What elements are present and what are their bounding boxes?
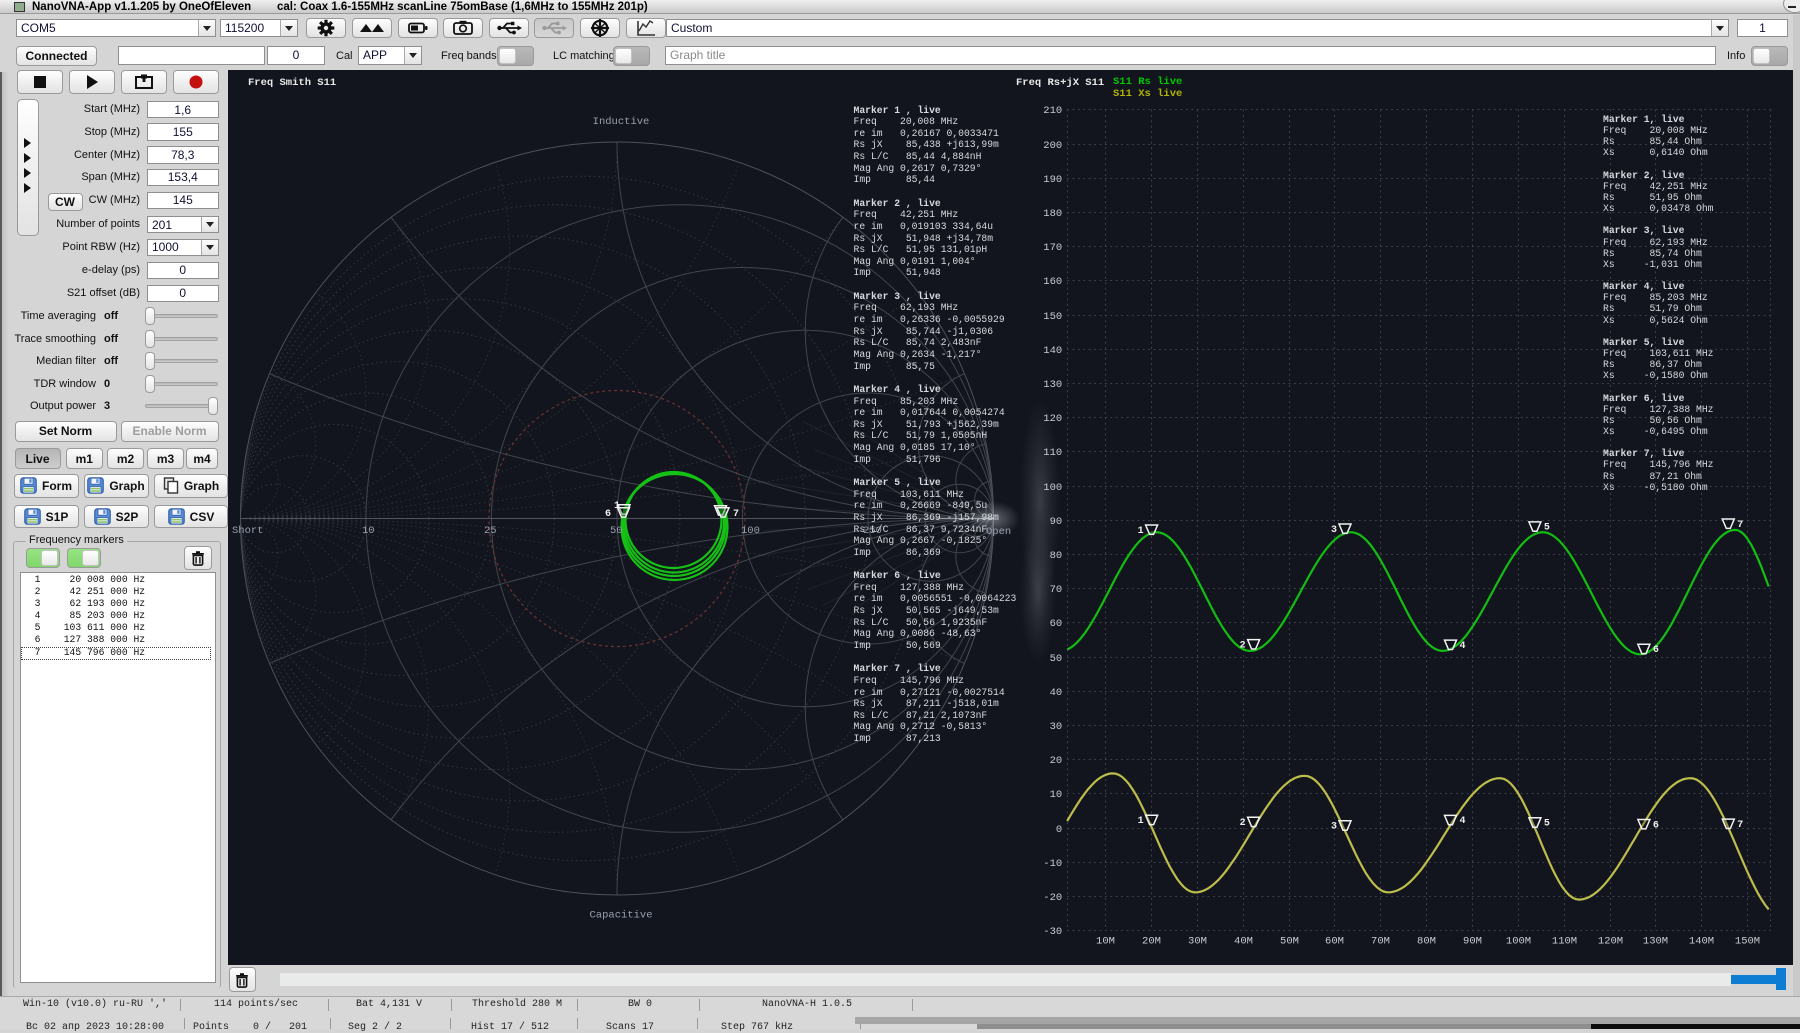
- svg-text:120: 120: [1043, 413, 1062, 425]
- svg-text:Freq Rs+jX S11: Freq Rs+jX S11: [1016, 77, 1104, 89]
- svg-text:20M: 20M: [1142, 936, 1161, 948]
- svg-text:40: 40: [1050, 687, 1063, 699]
- svg-text:100M: 100M: [1506, 936, 1531, 948]
- svg-text:-30: -30: [1043, 926, 1062, 938]
- svg-text:25: 25: [484, 525, 497, 537]
- svg-text:90: 90: [1050, 516, 1063, 528]
- svg-text:60: 60: [1050, 618, 1063, 630]
- svg-text:130: 130: [1043, 379, 1062, 391]
- svg-text:20: 20: [1050, 755, 1063, 767]
- svg-text:3: 3: [1331, 525, 1337, 536]
- svg-text:120M: 120M: [1598, 936, 1623, 948]
- svg-text:130M: 130M: [1643, 936, 1668, 948]
- svg-text:5: 5: [1544, 523, 1550, 534]
- svg-text:170: 170: [1043, 242, 1062, 254]
- svg-text:140: 140: [1043, 345, 1062, 357]
- svg-text:150: 150: [1043, 311, 1062, 323]
- svg-text:100: 100: [1043, 482, 1062, 494]
- svg-text:1: 1: [1138, 816, 1144, 827]
- svg-text:80M: 80M: [1417, 936, 1436, 948]
- svg-text:190: 190: [1043, 174, 1062, 186]
- svg-text:50M: 50M: [1280, 936, 1299, 948]
- svg-text:160: 160: [1043, 276, 1062, 288]
- svg-text:30: 30: [1050, 721, 1063, 733]
- svg-text:90M: 90M: [1463, 936, 1482, 948]
- svg-text:-20: -20: [1043, 892, 1062, 904]
- svg-text:80: 80: [1050, 550, 1063, 562]
- svg-text:200: 200: [1043, 140, 1062, 152]
- svg-text:6: 6: [605, 509, 611, 520]
- svg-text:10: 10: [1050, 789, 1063, 801]
- svg-text:6: 6: [1653, 645, 1659, 656]
- svg-text:4: 4: [1460, 641, 1466, 652]
- svg-text:7: 7: [1737, 820, 1743, 831]
- svg-text:50: 50: [1050, 653, 1063, 665]
- svg-text:S11 Rs live: S11 Rs live: [1113, 76, 1182, 88]
- svg-text:50: 50: [610, 525, 623, 537]
- svg-text:Freq Smith S11: Freq Smith S11: [248, 77, 336, 89]
- svg-text:110M: 110M: [1552, 936, 1577, 948]
- svg-text:180: 180: [1043, 208, 1062, 220]
- svg-text:10: 10: [362, 525, 375, 537]
- svg-text:7: 7: [733, 509, 739, 520]
- svg-text:10M: 10M: [1096, 936, 1115, 948]
- svg-text:Short: Short: [232, 525, 264, 537]
- svg-text:110: 110: [1043, 447, 1062, 459]
- svg-text:-10: -10: [1043, 858, 1062, 870]
- svg-text:Inductive: Inductive: [593, 116, 650, 128]
- svg-text:4: 4: [1460, 816, 1466, 827]
- svg-text:40M: 40M: [1234, 936, 1253, 948]
- svg-text:7: 7: [1737, 520, 1743, 531]
- svg-text:100: 100: [741, 525, 760, 537]
- svg-text:140M: 140M: [1689, 936, 1714, 948]
- svg-text:1: 1: [1138, 526, 1144, 537]
- svg-text:30M: 30M: [1188, 936, 1207, 948]
- svg-text:210: 210: [1043, 105, 1062, 117]
- svg-text:60M: 60M: [1325, 936, 1344, 948]
- svg-text:3: 3: [1331, 822, 1337, 833]
- svg-text:6: 6: [1653, 820, 1659, 831]
- svg-text:S11 Xs live: S11 Xs live: [1113, 88, 1182, 100]
- svg-text:150M: 150M: [1735, 936, 1760, 948]
- svg-text:Capacitive: Capacitive: [589, 910, 652, 922]
- svg-text:5: 5: [1544, 819, 1550, 830]
- svg-text:0: 0: [1056, 824, 1062, 836]
- svg-text:2: 2: [1240, 640, 1246, 651]
- svg-text:1: 1: [614, 501, 620, 512]
- svg-text:2: 2: [1240, 818, 1246, 829]
- svg-text:70: 70: [1050, 584, 1063, 596]
- svg-text:70M: 70M: [1371, 936, 1390, 948]
